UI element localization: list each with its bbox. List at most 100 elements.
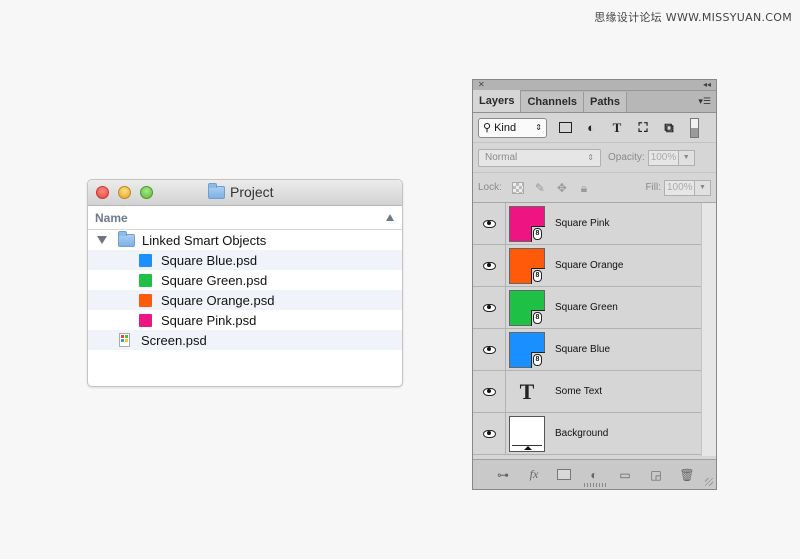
list-item-square-orange[interactable]: Square Orange.psd bbox=[88, 290, 402, 310]
layers-scrollbar[interactable] bbox=[701, 203, 716, 456]
eye-icon bbox=[482, 303, 496, 312]
linked-smart-object-icon: 8 bbox=[533, 353, 542, 366]
layer-row-square-orange[interactable]: 8 Square Orange bbox=[473, 245, 702, 287]
resize-handle[interactable] bbox=[584, 483, 606, 487]
lock-row: Lock: ✎ ✥ 🔒︎ Fill: 100% ▼ bbox=[473, 173, 716, 203]
filter-kind-label: Kind bbox=[494, 121, 517, 134]
tab-channels[interactable]: Channels bbox=[521, 92, 584, 112]
group-folder-icon[interactable]: ▭ bbox=[617, 468, 633, 482]
layer-row-square-pink[interactable]: 8 Square Pink bbox=[473, 203, 702, 245]
layer-row-square-blue[interactable]: 8 Square Blue bbox=[473, 329, 702, 371]
panel-tabs: Layers Channels Paths ▾☰ bbox=[473, 90, 716, 113]
blend-mode-select[interactable]: Normal ⇕ bbox=[478, 148, 601, 167]
visibility-toggle[interactable] bbox=[473, 245, 506, 286]
folder-icon bbox=[118, 230, 135, 247]
visibility-toggle[interactable] bbox=[473, 203, 506, 244]
layer-row-square-green[interactable]: 8 Square Green bbox=[473, 287, 702, 329]
pixel-layer-filter-icon[interactable] bbox=[559, 122, 572, 133]
psd-file-icon bbox=[119, 333, 130, 347]
layers-panel: ✕ ◂◂ Layers Channels Paths ▾☰ ⚲ Kind ⇕ ◐… bbox=[472, 79, 717, 490]
shape-layer-filter-icon[interactable]: ⛶ bbox=[636, 120, 650, 135]
visibility-toggle[interactable] bbox=[473, 413, 506, 454]
filter-kind-select[interactable]: ⚲ Kind ⇕ bbox=[478, 117, 547, 138]
list-item-square-pink[interactable]: Square Pink.psd bbox=[88, 310, 402, 330]
visibility-toggle[interactable] bbox=[473, 287, 506, 328]
mask-icon[interactable] bbox=[557, 469, 571, 480]
green-file-icon bbox=[139, 273, 152, 287]
eye-icon bbox=[482, 261, 496, 270]
list-item-label: Linked Smart Objects bbox=[142, 232, 267, 248]
linked-smart-object-icon: 8 bbox=[533, 227, 542, 240]
opacity-label: Opacity: bbox=[608, 152, 645, 163]
smart-object-filter-icon[interactable]: ⧉ bbox=[662, 120, 676, 135]
list-item-label: Square Green.psd bbox=[161, 272, 268, 288]
close-panel-icon[interactable]: ✕ bbox=[478, 80, 485, 90]
fill-field[interactable]: 100% bbox=[664, 179, 695, 196]
adjustment-layer-filter-icon[interactable]: ◐ bbox=[584, 120, 598, 135]
blend-mode-value: Normal bbox=[485, 152, 518, 163]
finder-title: Project bbox=[208, 182, 274, 200]
layer-row-background[interactable]: Background bbox=[473, 413, 702, 455]
layer-thumbnail: 8 bbox=[509, 205, 545, 242]
linked-smart-object-icon: 8 bbox=[533, 311, 542, 324]
layer-name: Square Green bbox=[555, 302, 618, 313]
watermark: 思缘设计论坛 WWW.MISSYUAN.COM bbox=[594, 11, 792, 24]
lock-label: Lock: bbox=[478, 182, 502, 193]
new-layer-icon[interactable]: ◲ bbox=[648, 468, 664, 482]
pink-file-icon bbox=[139, 313, 152, 327]
lock-position-icon[interactable]: ✥ bbox=[556, 182, 568, 194]
adjustment-icon[interactable]: ◐ bbox=[586, 468, 602, 482]
filter-toggle-switch[interactable] bbox=[690, 117, 699, 138]
lock-all-icon[interactable]: 🔒︎ bbox=[578, 182, 590, 194]
list-item-label: Square Pink.psd bbox=[161, 312, 257, 328]
visibility-toggle[interactable] bbox=[473, 371, 506, 412]
link-icon[interactable]: ⊶ bbox=[495, 468, 511, 482]
layer-row-some-text[interactable]: T Some Text bbox=[473, 371, 702, 413]
eye-icon bbox=[482, 345, 496, 354]
tab-paths[interactable]: Paths bbox=[584, 92, 627, 112]
layer-thumbnail: 8 bbox=[509, 289, 545, 326]
folder-icon bbox=[208, 182, 225, 199]
layer-thumbnail: 8 bbox=[509, 331, 545, 368]
list-item-label: Square Orange.psd bbox=[161, 292, 275, 308]
panel-menu-icon[interactable]: ▾☰ bbox=[698, 96, 711, 107]
finder-title-text: Project bbox=[230, 184, 274, 200]
fx-icon[interactable]: fx bbox=[526, 467, 542, 482]
lock-transparent-pixels-icon[interactable] bbox=[511, 181, 524, 194]
list-item-square-blue[interactable]: Square Blue.psd bbox=[88, 250, 402, 270]
list-item-square-green[interactable]: Square Green.psd bbox=[88, 270, 402, 290]
stepper-arrows-icon: ⇕ bbox=[587, 153, 594, 162]
resize-grip-icon[interactable] bbox=[705, 478, 713, 486]
disclosure-triangle-icon[interactable] bbox=[97, 236, 107, 244]
type-layer-filter-icon[interactable]: T bbox=[610, 120, 624, 135]
trash-icon[interactable]: 🗑︎ bbox=[679, 468, 695, 482]
empty-row bbox=[88, 350, 402, 370]
sort-ascending-icon bbox=[386, 214, 394, 221]
eye-icon bbox=[482, 219, 496, 228]
layers-list: 8 Square Pink 8 Square Orange 8 Square G… bbox=[473, 203, 716, 456]
column-header-name[interactable]: Name bbox=[88, 206, 402, 230]
zoom-window-button[interactable] bbox=[140, 186, 153, 199]
column-header-label: Name bbox=[95, 210, 128, 225]
visibility-toggle[interactable] bbox=[473, 329, 506, 370]
blue-file-icon bbox=[139, 253, 152, 267]
close-window-button[interactable] bbox=[96, 186, 109, 199]
orange-file-icon bbox=[139, 293, 152, 307]
finder-titlebar: Project bbox=[88, 180, 402, 206]
collapse-panel-icon[interactable]: ◂◂ bbox=[703, 80, 711, 90]
list-item-screen-psd[interactable]: Screen.psd bbox=[88, 330, 402, 350]
tab-layers[interactable]: Layers bbox=[473, 90, 522, 112]
file-list: Linked Smart Objects Square Blue.psd Squ… bbox=[88, 230, 402, 370]
fill-dropdown-icon[interactable]: ▼ bbox=[695, 179, 711, 196]
opacity-dropdown-icon[interactable]: ▼ bbox=[678, 149, 695, 166]
list-item-linked-smart-objects[interactable]: Linked Smart Objects bbox=[88, 230, 402, 250]
lock-image-pixels-icon[interactable]: ✎ bbox=[534, 182, 546, 194]
search-icon: ⚲ bbox=[483, 122, 492, 134]
type-layer-icon: T bbox=[519, 378, 535, 404]
layer-name: Background bbox=[555, 428, 609, 439]
panel-bottom-bar: ⊶ fx ◐ ▭ ◲ 🗑︎ bbox=[473, 459, 716, 489]
minimize-window-button[interactable] bbox=[118, 186, 131, 199]
layer-name: Square Blue bbox=[555, 344, 611, 355]
layer-name: Square Orange bbox=[555, 260, 624, 271]
opacity-field[interactable]: 100% bbox=[647, 149, 679, 166]
